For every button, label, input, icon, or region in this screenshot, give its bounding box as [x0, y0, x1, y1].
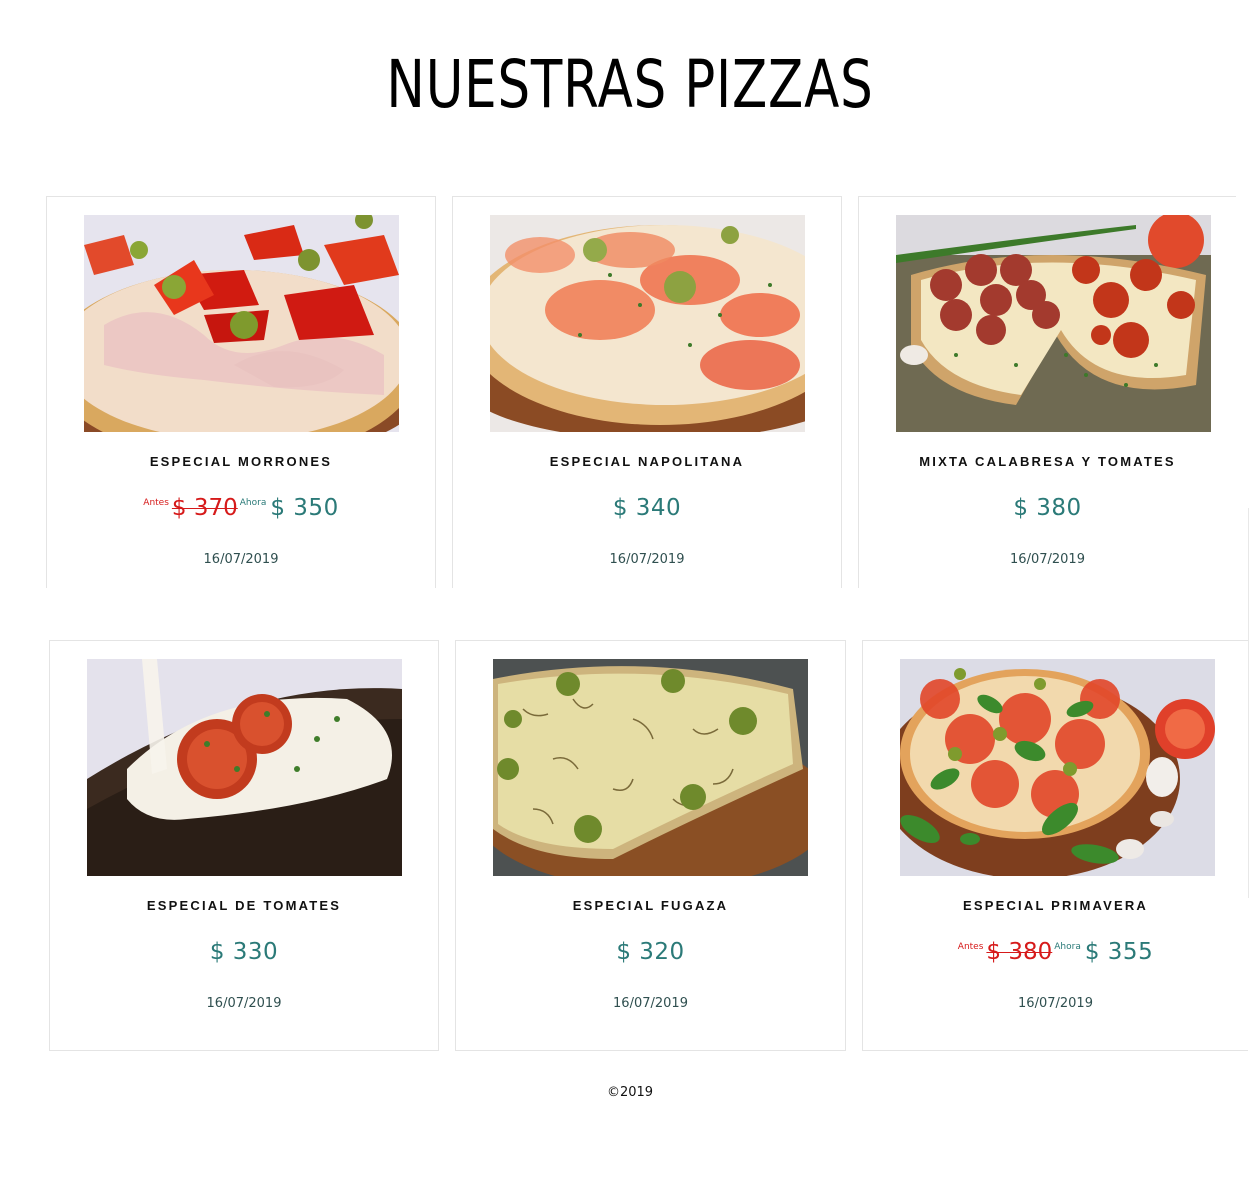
old-price: $ 380 — [986, 939, 1053, 965]
antes-label: Antes — [957, 942, 984, 952]
ahora-label: Ahora — [1054, 942, 1081, 952]
current-price: $ 340 — [612, 495, 682, 521]
divider — [1248, 508, 1249, 898]
publish-date: 16/07/2019 — [206, 996, 282, 1011]
current-price: $ 355 — [1084, 939, 1154, 965]
pizza-name: ESPECIAL MORRONES — [149, 454, 333, 469]
pizza-calabresa-photo[interactable] — [896, 215, 1211, 432]
pizza-name: ESPECIAL FUGAZA — [572, 898, 729, 913]
price-row: $ 320 — [456, 939, 845, 965]
old-price: $ 370 — [171, 495, 238, 521]
pizza-napolitana-photo[interactable] — [490, 215, 805, 432]
antes-label: Antes — [143, 498, 169, 508]
pizza-name: ESPECIAL PRIMAVERA — [962, 898, 1149, 913]
pizza-fugaza-photo[interactable] — [493, 659, 808, 876]
current-price: $ 330 — [209, 939, 279, 965]
pizza-card[interactable]: MIXTA CALABRESA Y TOMATES $ 380 16/07/20… — [858, 196, 1236, 588]
pizza-morrones-photo[interactable] — [84, 215, 399, 432]
price-row: $ 340 — [453, 495, 841, 521]
pizza-name: ESPECIAL NAPOLITANA — [549, 454, 745, 469]
price-row: $ 330 — [50, 939, 438, 965]
price-row: Antes $ 380 Ahora $ 355 — [863, 939, 1248, 965]
publish-date: 16/07/2019 — [613, 996, 688, 1011]
pizza-name: ESPECIAL DE TOMATES — [146, 898, 342, 913]
pizza-card[interactable]: ESPECIAL DE TOMATES $ 330 16/07/2019 — [49, 640, 439, 1051]
publish-date: 16/07/2019 — [609, 552, 685, 567]
pizza-card[interactable]: ESPECIAL FUGAZA $ 320 16/07/2019 — [455, 640, 846, 1051]
pizza-card[interactable]: ESPECIAL PRIMAVERA Antes $ 380 Ahora $ 355 … — [862, 640, 1248, 1051]
ahora-label: Ahora — [239, 498, 267, 508]
pizza-card[interactable]: ESPECIAL MORRONES Antes $ 370 Ahora $ 350 1… — [46, 196, 436, 588]
publish-date: 16/07/2019 — [203, 552, 279, 567]
page-title: NUESTRAS PIZZAS — [386, 46, 874, 123]
footer-copyright: ©2019 — [606, 1085, 654, 1100]
publish-date: 16/07/2019 — [1018, 996, 1093, 1011]
pizza-tomates-photo[interactable] — [87, 659, 402, 876]
price-row: Antes $ 370 Ahora $ 350 — [47, 495, 435, 521]
publish-date: 16/07/2019 — [1010, 552, 1085, 567]
current-price: $ 350 — [270, 495, 339, 521]
pizza-card[interactable]: ESPECIAL NAPOLITANA $ 340 16/07/2019 — [452, 196, 842, 588]
current-price: $ 380 — [1013, 495, 1082, 521]
pizza-primavera-photo[interactable] — [900, 659, 1215, 876]
price-row: $ 380 — [859, 495, 1236, 521]
current-price: $ 320 — [616, 939, 685, 965]
pizza-name: MIXTA CALABRESA Y TOMATES — [919, 454, 1176, 469]
